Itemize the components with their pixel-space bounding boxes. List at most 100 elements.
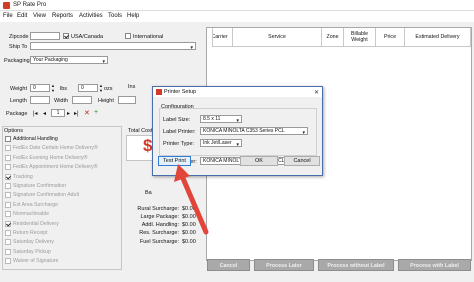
option-checkbox[interactable] [5,192,11,199]
grid-header-price[interactable]: Price [376,28,405,47]
delete-package-icon[interactable]: ✕ [84,109,90,117]
printer-type-value: Ink Jet/Laser [203,140,232,146]
length-label: Length [10,98,27,104]
option-label: Additional Handling [13,136,58,142]
option-label: FedEx Appointment Home Delivery® [13,164,98,171]
chevron-down-icon: ▼ [189,45,194,50]
option-label: Signature Confirmation Adult [13,192,80,199]
option-label: Residential Delivery [13,220,59,227]
ozs-label: ozs [104,86,113,92]
ship-to-select[interactable]: ▼ [30,42,196,50]
options-title: Options [4,128,23,134]
option-checkbox[interactable] [5,154,11,161]
menu-view[interactable]: View [33,13,46,19]
usa-canada-radio[interactable] [63,33,69,39]
label-printer-select[interactable]: KONICA MINOLTA C353 Series PCL ▼ [200,127,308,135]
chevron-down-icon: ▼ [235,118,240,123]
grid-header-billable-weight[interactable]: Billable Weight [344,28,376,47]
package-number[interactable]: 1 [51,109,65,117]
width-input[interactable] [72,96,92,104]
spinner-icon[interactable]: ▲ ▼ [51,83,55,93]
weight-oz-input[interactable]: 0 [78,84,98,92]
packaging-label: Packaging [4,58,30,64]
option-label: Tracking [13,173,33,180]
menu-edit[interactable]: Edit [17,13,27,19]
menu-help[interactable]: Help [127,13,139,19]
option-label: Saturday Delivery [13,239,54,246]
arrow-shaft [179,173,209,235]
option-checkbox[interactable] [5,239,11,246]
weight-label: Weight [10,86,28,92]
packaging-select[interactable]: Your Packaging ▼ [30,56,108,64]
chevron-down-icon: ▼ [301,130,306,135]
menu-file[interactable]: File [3,13,13,19]
option-label: Waiver of Signature [13,258,59,265]
length-input[interactable] [30,96,50,104]
option-checkbox[interactable] [5,136,11,142]
spinner-icon[interactable]: ▲ ▼ [99,83,103,93]
weight-lbs-input[interactable]: 0 [30,84,50,92]
printer-type-select[interactable]: Ink Jet/Laser ▼ [200,139,242,147]
menu-bar: File Edit View Reports Activities Tools … [0,11,474,22]
height-input[interactable] [118,96,136,104]
option-label: Saturday Pickup [13,248,51,255]
label-size-value: 8.5 x 11 [203,116,221,122]
printer-icon [156,89,162,95]
option-checkbox[interactable] [5,201,11,208]
grid-header-zone[interactable]: Zone [322,28,344,47]
chevron-down-icon: ▼ [101,59,106,64]
option-checkbox[interactable] [5,230,11,236]
title-bar: SP Rate Pro [0,0,474,11]
process-with-label-button[interactable]: Process with Label [398,259,471,271]
zipcode-input[interactable] [30,32,60,40]
menu-tools[interactable]: Tools [108,13,122,19]
add-package-icon[interactable]: + [94,109,98,116]
label-size-select[interactable]: 8.5 x 11 ▼ [200,115,242,123]
dialog-cancel-button[interactable]: Cancel [284,156,320,166]
zipcode-label: Zipcode [9,34,29,40]
usa-canada-label: USA/Canada [71,34,104,40]
option-checkbox[interactable] [5,164,11,171]
option-checkbox[interactable] [5,145,11,152]
option-label: Ext Area Surcharge [13,201,58,208]
menu-reports[interactable]: Reports [52,13,73,19]
label-size-label: Label Size: [163,117,191,123]
international-label: International [133,34,164,40]
international-radio[interactable] [125,33,131,39]
option-label: Nonmachinable [13,211,50,218]
prev-icon[interactable]: ◂ [43,110,46,117]
option-label: Return Receipt [13,230,48,236]
option-label: Signature Confirmation [13,183,67,189]
insurance-label: Ins [128,84,136,90]
option-checkbox[interactable] [5,183,11,189]
option-checkbox[interactable] [5,258,11,265]
base-label: Ba [145,190,152,196]
dialog-title-bar: Printer Setup ✕ [153,87,322,97]
option-checkbox[interactable] [5,248,11,255]
grid-row-header [207,28,213,47]
first-icon[interactable]: |◂ [33,110,38,117]
option-checkbox[interactable] [5,220,11,227]
close-icon[interactable]: ✕ [314,88,319,98]
option-label: FedEx Evening Home Delivery® [13,154,88,161]
option-label: FedEx Date Certain Home Delivery® [13,145,98,152]
package-label: Package [6,111,28,117]
next-icon[interactable]: ▸ [67,110,70,117]
process-later-button[interactable]: Process Later [254,259,314,271]
cancel-button[interactable]: Cancel [207,259,250,271]
last-icon[interactable]: ▸| [74,110,79,117]
menu-activities[interactable]: Activities [79,13,103,19]
process-without-label-button[interactable]: Process without Label [318,259,394,271]
printer-type-label: Printer Type: [163,141,195,147]
option-checkbox[interactable] [5,211,11,218]
chevron-down-icon: ▼ [235,142,240,147]
grid-header-estimated-delivery[interactable]: Estimated Delivery [405,28,471,47]
packaging-value: Your Packaging [33,57,68,63]
label-printer-value: KONICA MINOLTA C353 Series PCL [203,128,285,134]
option-checkbox[interactable] [5,173,11,180]
grid-header-service[interactable]: Service [233,28,322,47]
total-cost-label: Total Cost [128,128,153,134]
ok-button[interactable]: OK [240,156,278,166]
app-icon [3,2,10,9]
label-printer-label: Label Printer: [163,129,196,135]
